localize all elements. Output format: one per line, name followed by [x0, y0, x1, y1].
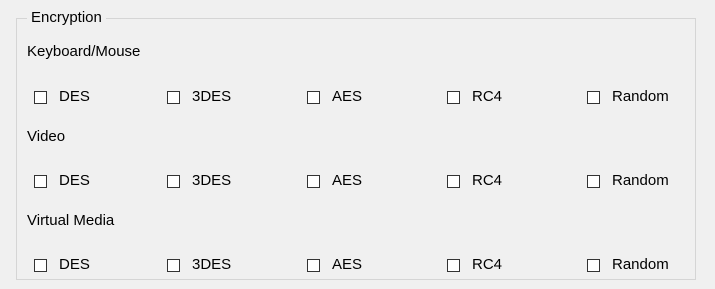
checkbox-box[interactable] — [587, 90, 600, 104]
keyboard-mouse-des-checkbox[interactable]: DES — [34, 86, 90, 108]
checkbox-box[interactable] — [34, 174, 47, 188]
virtual-media-random-checkbox[interactable]: Random — [587, 254, 669, 276]
checkbox-box[interactable] — [447, 258, 460, 272]
video-rc4-checkbox[interactable]: RC4 — [447, 170, 502, 192]
checkbox-box[interactable] — [447, 174, 460, 188]
keyboard-mouse-random-checkbox[interactable]: Random — [587, 86, 669, 108]
encryption-group-title: Encryption — [27, 9, 106, 27]
virtual-media-aes-checkbox[interactable]: AES — [307, 254, 362, 276]
keyboard-mouse-rc4-checkbox[interactable]: RC4 — [447, 86, 502, 108]
checkbox-label: 3DES — [192, 88, 232, 105]
checkbox-box[interactable] — [167, 174, 180, 188]
checkbox-label: Random — [612, 256, 669, 273]
video-random-checkbox[interactable]: Random — [587, 170, 669, 192]
video-3des-checkbox[interactable]: 3DES — [167, 170, 231, 192]
virtual-media-options-row: DES 3DES AES RC4 Random — [0, 254, 715, 276]
checkbox-box[interactable] — [587, 174, 600, 188]
virtual-media-3des-checkbox[interactable]: 3DES — [167, 254, 231, 276]
checkbox-label: RC4 — [472, 88, 503, 105]
checkbox-label: DES — [59, 172, 90, 189]
checkbox-box[interactable] — [447, 90, 460, 104]
checkbox-box[interactable] — [307, 258, 320, 272]
checkbox-label: 3DES — [192, 172, 232, 189]
checkbox-label: AES — [332, 172, 363, 189]
checkbox-label: RC4 — [472, 172, 503, 189]
checkbox-box[interactable] — [167, 258, 180, 272]
keyboard-mouse-aes-checkbox[interactable]: AES — [307, 86, 362, 108]
checkbox-label: RC4 — [472, 256, 503, 273]
checkbox-box[interactable] — [34, 258, 47, 272]
checkbox-box[interactable] — [307, 90, 320, 104]
virtual-media-rc4-checkbox[interactable]: RC4 — [447, 254, 502, 276]
keyboard-mouse-options-row: DES 3DES AES RC4 Random — [0, 86, 715, 108]
keyboard-mouse-label: Keyboard/Mouse — [27, 43, 141, 60]
virtual-media-label: Virtual Media — [27, 212, 115, 229]
video-des-checkbox[interactable]: DES — [34, 170, 90, 192]
checkbox-label: Random — [612, 172, 669, 189]
keyboard-mouse-3des-checkbox[interactable]: 3DES — [167, 86, 231, 108]
checkbox-label: Random — [612, 88, 669, 105]
checkbox-label: DES — [59, 88, 90, 105]
checkbox-box[interactable] — [307, 174, 320, 188]
video-options-row: DES 3DES AES RC4 Random — [0, 170, 715, 192]
video-aes-checkbox[interactable]: AES — [307, 170, 362, 192]
checkbox-box[interactable] — [34, 90, 47, 104]
checkbox-label: 3DES — [192, 256, 232, 273]
checkbox-label: DES — [59, 256, 90, 273]
virtual-media-des-checkbox[interactable]: DES — [34, 254, 90, 276]
checkbox-box[interactable] — [167, 90, 180, 104]
checkbox-label: AES — [332, 88, 363, 105]
video-label: Video — [27, 128, 66, 145]
checkbox-label: AES — [332, 256, 363, 273]
checkbox-box[interactable] — [587, 258, 600, 272]
